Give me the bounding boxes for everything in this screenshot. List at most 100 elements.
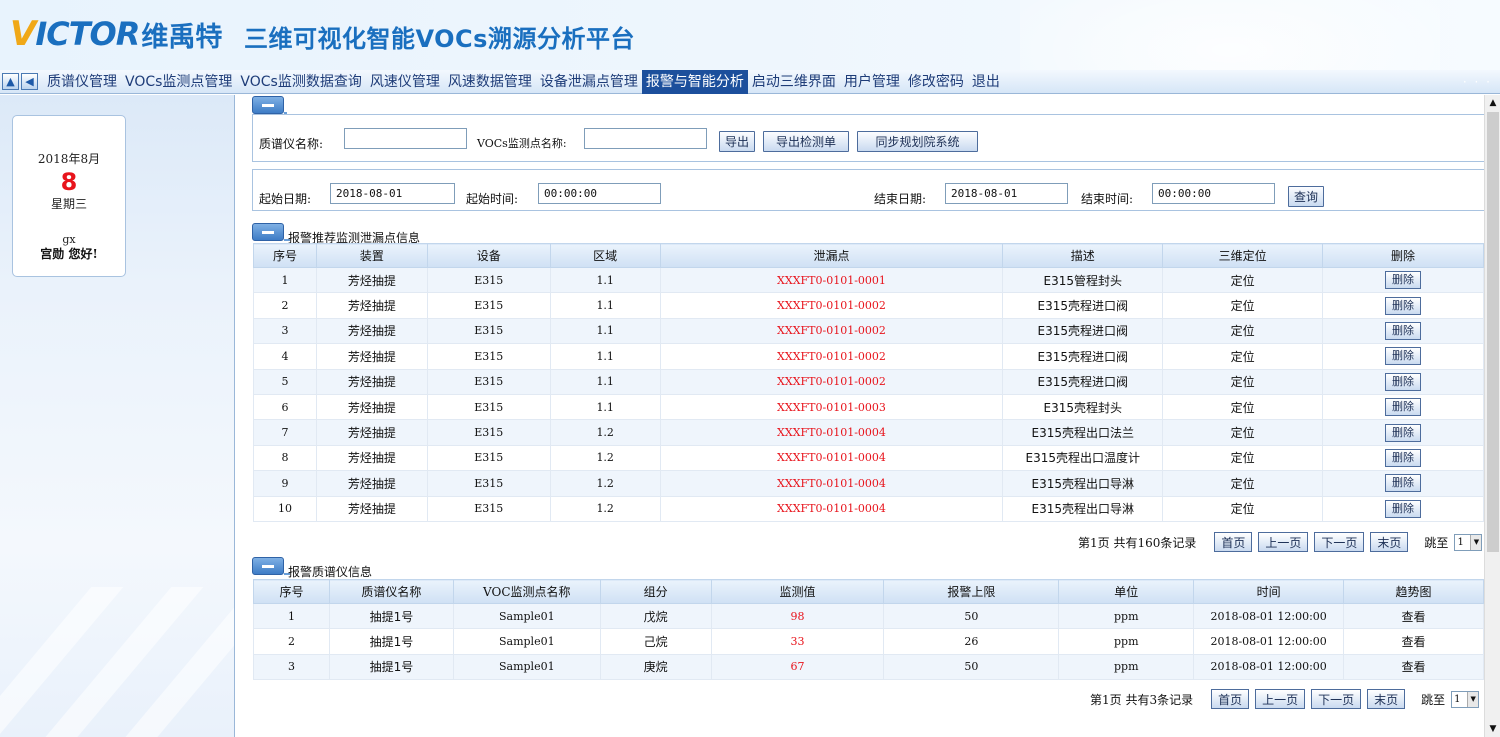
nav-item-4[interactable]: 风速数据管理	[444, 70, 536, 94]
scroll-thumb[interactable]	[1487, 112, 1499, 552]
nav-item-9[interactable]: 修改密码	[904, 70, 968, 94]
table-cell: 8	[253, 444, 317, 472]
sidebar-decoration	[0, 587, 234, 737]
column-header: 时间	[1193, 579, 1345, 604]
collapse-filter-icon[interactable]	[252, 96, 284, 114]
table-cell: ppm	[1058, 628, 1195, 655]
table-row: 9 芳烃抽提 E315 1.2 XXXFT0-0101-0004 E315壳程出口导淋 定位…	[253, 470, 1484, 497]
user-id: gx	[62, 233, 76, 246]
chevron-down-icon: ▼	[1470, 534, 1482, 550]
locate-link[interactable]: 定位	[1162, 317, 1324, 345]
table-cell: E315壳程出口导淋	[1002, 470, 1164, 497]
nav-item-1[interactable]: VOCs监测点管理	[121, 70, 236, 94]
prev-page-button[interactable]: 上一页	[1258, 532, 1309, 552]
table-row: 2 抽提1号 Sample01 己烷 33 26 ppm 2018-08-01 12:00:0…	[253, 628, 1484, 655]
end-time-input[interactable]: 00:00:00	[1152, 183, 1275, 204]
table-cell: E315壳程封头	[1002, 393, 1164, 421]
nav-item-6[interactable]: 报警与智能分析	[641, 69, 748, 94]
column-header: 单位	[1058, 579, 1195, 604]
delete-button[interactable]: 删除	[1385, 448, 1422, 467]
scroll-up-icon[interactable]: ▲	[1486, 95, 1500, 111]
delete-button[interactable]: 删除	[1385, 321, 1422, 340]
locate-link[interactable]: 定位	[1162, 495, 1324, 522]
delete-button[interactable]: 删除	[1385, 499, 1422, 518]
delete-button[interactable]: 删除	[1385, 423, 1422, 442]
next-page-button[interactable]: 下一页	[1314, 532, 1365, 552]
first-page-button[interactable]: 首页	[1214, 532, 1253, 552]
table-row: 1 抽提1号 Sample01 戊烷 98 50 ppm 2018-08-01 12:00:0…	[253, 602, 1484, 630]
arrow-left-icon[interactable]: ◀	[21, 73, 38, 90]
table-cell: 1.2	[549, 495, 661, 522]
view-trend-link[interactable]: 查看	[1343, 628, 1484, 655]
table-cell: E315	[426, 470, 551, 497]
table-cell: 芳烃抽提	[315, 292, 428, 319]
table-row: 3 抽提1号 Sample01 庚烷 67 50 ppm 2018-08-01 12:00:0…	[253, 653, 1484, 681]
table-cell: 50	[883, 653, 1060, 681]
first-page-button[interactable]: 首页	[1211, 689, 1250, 709]
locate-link[interactable]: 定位	[1162, 368, 1324, 395]
query-button[interactable]: 查询	[1288, 186, 1324, 207]
nav-item-10[interactable]: 退出	[968, 70, 1004, 94]
point-name-input[interactable]	[584, 128, 707, 149]
arrow-up-icon[interactable]: ▲	[2, 73, 19, 90]
next-page-button[interactable]: 下一页	[1311, 689, 1362, 709]
collapse-ms-icon[interactable]	[252, 557, 284, 575]
main-content: 质谱仪名称: VOCs监测点名称: 导出 导出检测单 同步规划院系统 起始日期:…	[236, 95, 1486, 737]
start-time-input[interactable]: 00:00:00	[538, 183, 661, 204]
table-row: 7 芳烃抽提 E315 1.2 XXXFT0-0101-0004 E315壳程出口法兰 定位…	[253, 419, 1484, 446]
page-select[interactable]: 1 ▼	[1451, 690, 1480, 708]
locate-link[interactable]: 定位	[1162, 292, 1324, 319]
nav-item-7[interactable]: 启动三维界面	[748, 70, 840, 94]
table-row: 4 芳烃抽提 E315 1.1 XXXFT0-0101-0002 E315壳程进口阀 定位 删…	[253, 343, 1484, 370]
collapse-leak-icon[interactable]	[252, 223, 284, 241]
table-cell: 1.1	[549, 266, 661, 294]
table-cell: 芳烃抽提	[315, 495, 428, 522]
scroll-down-icon[interactable]: ▼	[1486, 721, 1500, 737]
start-date-input[interactable]: 2018-08-01	[330, 183, 455, 204]
chevron-down-icon: ▼	[1467, 691, 1479, 707]
delete-button[interactable]: 删除	[1385, 347, 1422, 366]
nav-item-0[interactable]: 质谱仪管理	[43, 70, 121, 94]
prev-page-button[interactable]: 上一页	[1255, 689, 1306, 709]
date-year-month: 2018年8月	[37, 152, 101, 166]
ms-name-input[interactable]	[344, 128, 467, 149]
end-date-input[interactable]: 2018-08-01	[945, 183, 1068, 204]
delete-button[interactable]: 删除	[1385, 398, 1422, 417]
table-cell: 删除	[1322, 343, 1484, 370]
export-sheet-button[interactable]: 导出检测单	[763, 131, 849, 152]
locate-link[interactable]: 定位	[1162, 393, 1324, 421]
column-header: 监测值	[710, 579, 885, 604]
filter-panel-2: 起始日期: 2018-08-01 起始时间: 00:00:00 结束日期: 20…	[252, 169, 1486, 211]
table-cell: 33	[710, 628, 885, 655]
view-trend-link[interactable]: 查看	[1343, 602, 1484, 630]
delete-button[interactable]: 删除	[1385, 296, 1422, 315]
nav-item-2[interactable]: VOCs监测数据查询	[236, 70, 365, 94]
nav-item-8[interactable]: 用户管理	[840, 70, 904, 94]
table-cell: 98	[710, 602, 885, 630]
nav-item-3[interactable]: 风速仪管理	[366, 70, 444, 94]
locate-link[interactable]: 定位	[1162, 343, 1324, 370]
locate-link[interactable]: 定位	[1162, 266, 1324, 294]
last-page-button[interactable]: 末页	[1370, 532, 1409, 552]
vertical-scrollbar[interactable]: ▲ ▼	[1484, 95, 1500, 737]
column-header: 质谱仪名称	[328, 579, 454, 604]
logo-chinese: 维禹特	[141, 21, 223, 53]
view-trend-link[interactable]: 查看	[1343, 653, 1484, 681]
column-header: 区域	[549, 243, 661, 268]
page-select[interactable]: 1 ▼	[1454, 533, 1483, 551]
table-cell: XXXFT0-0101-0002	[659, 292, 1004, 319]
nav-item-5[interactable]: 设备泄漏点管理	[536, 70, 642, 94]
locate-link[interactable]: 定位	[1162, 444, 1324, 472]
table-cell: 67	[710, 653, 885, 681]
delete-button[interactable]: 删除	[1385, 474, 1422, 493]
point-name-label: VOCs监测点名称:	[477, 137, 567, 150]
locate-link[interactable]: 定位	[1162, 470, 1324, 497]
sync-button[interactable]: 同步规划院系统	[857, 131, 978, 152]
export-button[interactable]: 导出	[719, 131, 755, 152]
delete-button[interactable]: 删除	[1385, 271, 1422, 290]
locate-link[interactable]: 定位	[1162, 419, 1324, 446]
last-page-button[interactable]: 末页	[1367, 689, 1406, 709]
table-cell: 1.2	[549, 419, 661, 446]
delete-button[interactable]: 删除	[1385, 372, 1422, 391]
column-header: 装置	[315, 243, 428, 268]
